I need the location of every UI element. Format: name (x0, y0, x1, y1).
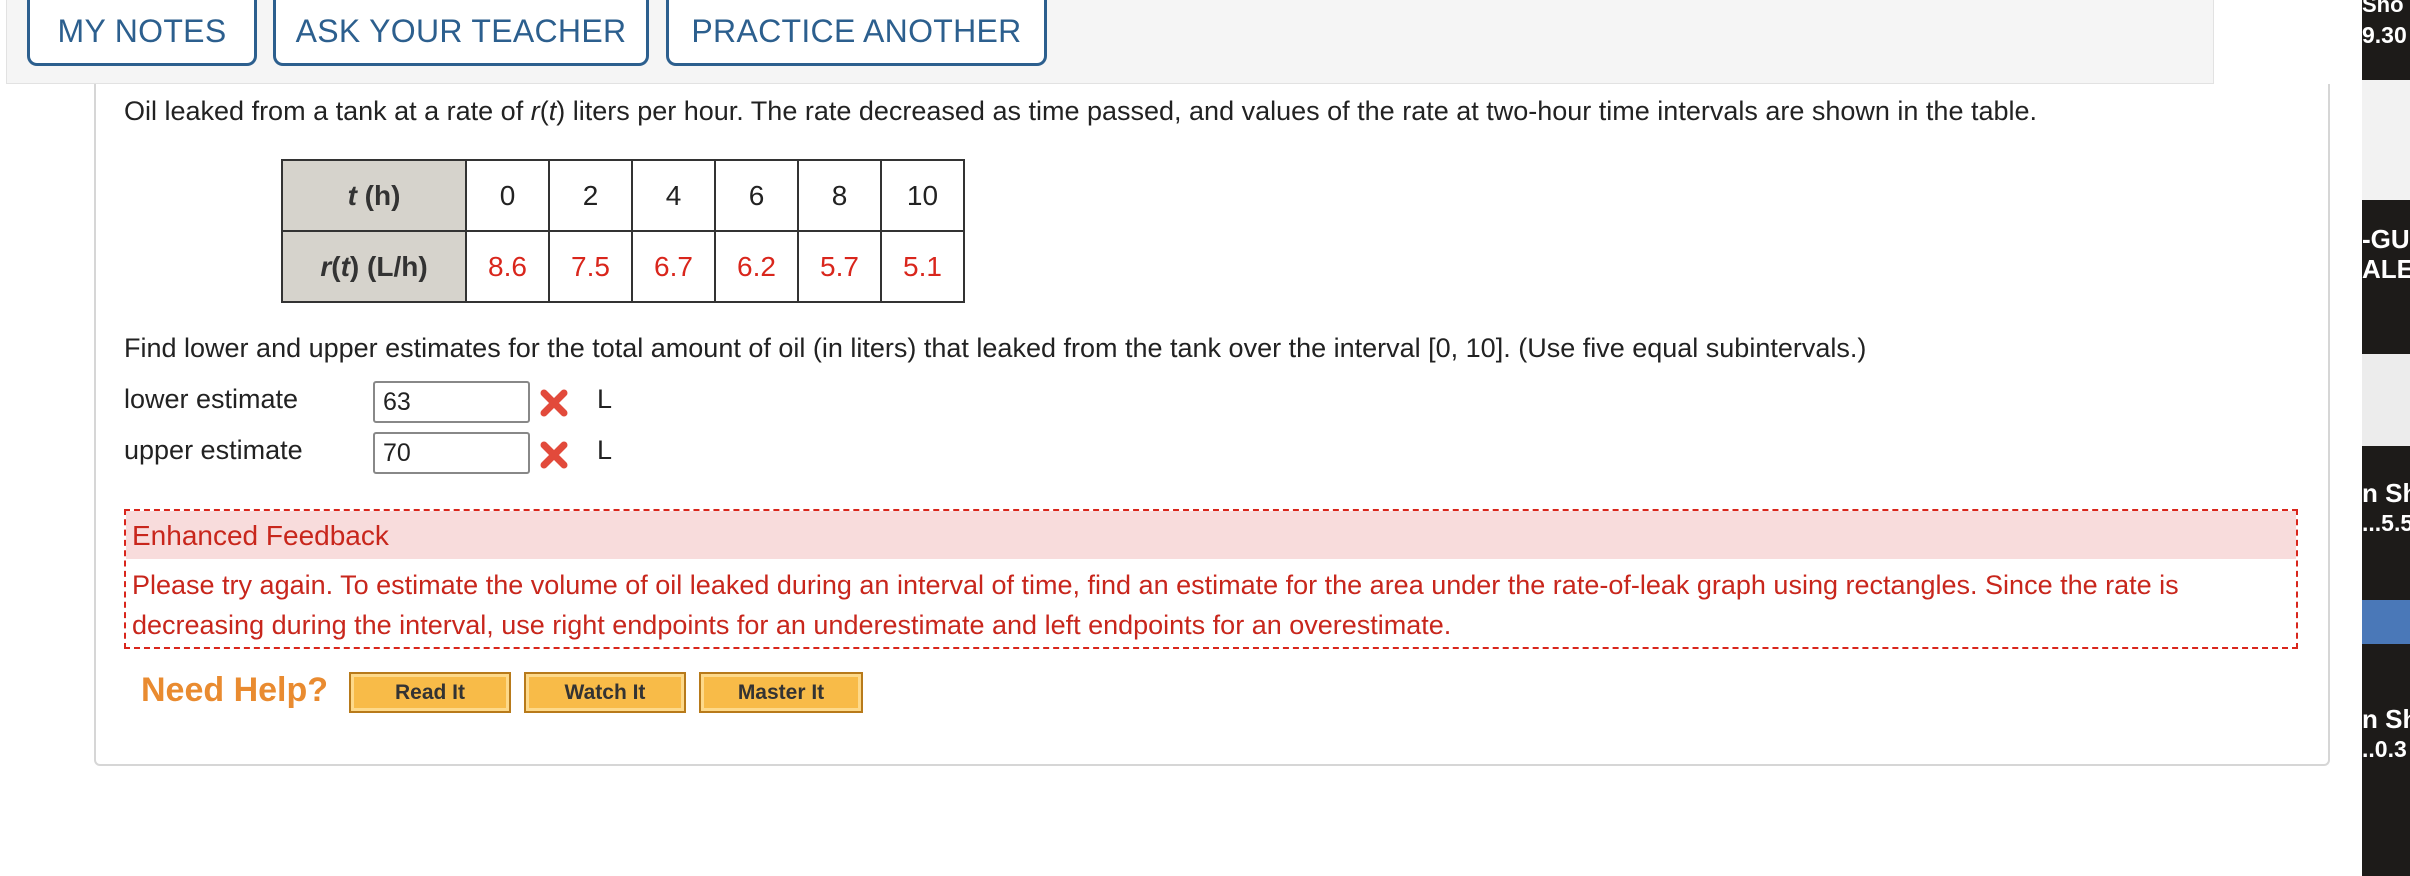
lower-estimate-label: lower estimate (124, 384, 299, 414)
practice-another-label: PRACTICE ANOTHER (691, 13, 1022, 49)
find-instruction: Find lower and upper estimates for the t… (124, 333, 1867, 363)
rate-cell: 5.1 (880, 230, 965, 303)
time-cell: 6 (714, 159, 799, 232)
practice-another-button[interactable]: PRACTICE ANOTHER (666, 0, 1047, 66)
lower-unit: L (597, 384, 613, 414)
question-text: Oil leaked from a tank at a rate of r(t)… (124, 96, 2038, 126)
side-text: Sho (2362, 0, 2404, 17)
rate-cell: 6.7 (631, 230, 716, 303)
rate-cell: 5.7 (797, 230, 882, 303)
lower-estimate-input[interactable] (373, 381, 530, 423)
rate-cell: 7.5 (548, 230, 633, 303)
side-text: 9.30 (2362, 22, 2407, 48)
side-thumbnail[interactable] (2362, 354, 2410, 446)
time-cell: 4 (631, 159, 716, 232)
side-text: -GU (2362, 224, 2410, 254)
side-text: ...5.5 (2362, 510, 2410, 536)
table-row-time: t (h) 0 2 4 6 8 10 (281, 159, 965, 232)
side-video-panel: Sho 9.30 -GU ALES n Sh ...5.5 n Sh ..0.3 (2362, 0, 2410, 876)
upper-estimate-input[interactable] (373, 432, 530, 474)
rate-header: r(t) (L/h) (281, 230, 467, 303)
watch-it-button[interactable]: Watch It (524, 672, 686, 713)
rate-cell: 8.6 (465, 230, 550, 303)
incorrect-x-icon (540, 441, 568, 469)
ask-your-teacher-button[interactable]: ASK YOUR TEACHER (273, 0, 649, 66)
my-notes-button[interactable]: MY NOTES (27, 0, 257, 66)
question-toolbar: MY NOTES ASK YOUR TEACHER PRACTICE ANOTH… (6, 0, 2214, 84)
time-cell: 8 (797, 159, 882, 232)
ask-your-teacher-label: ASK YOUR TEACHER (295, 13, 627, 49)
table-row-rate: r(t) (L/h) 8.6 7.5 6.7 6.2 5.7 5.1 (281, 230, 965, 303)
upper-estimate-label: upper estimate (124, 435, 303, 465)
time-header: t (h) (281, 159, 467, 232)
upper-unit: L (597, 435, 613, 465)
need-help-label: Need Help? (141, 671, 329, 709)
side-thumbnail[interactable] (2362, 80, 2410, 200)
rate-table: t (h) 0 2 4 6 8 10 r(t) (L/h) 8.6 7.5 6.… (281, 159, 965, 303)
enhanced-feedback: Enhanced Feedback Please try again. To e… (124, 509, 2298, 649)
read-it-button[interactable]: Read It (349, 672, 511, 713)
side-text: n Sh (2362, 704, 2410, 734)
time-cell: 10 (880, 159, 965, 232)
time-cell: 0 (465, 159, 550, 232)
side-text: n Sh (2362, 478, 2410, 508)
incorrect-x-icon (540, 389, 568, 417)
side-text: ALES (2362, 254, 2410, 284)
side-text: ..0.3 (2362, 736, 2407, 762)
time-cell: 2 (548, 159, 633, 232)
my-notes-label: MY NOTES (57, 13, 227, 49)
rate-cell: 6.2 (714, 230, 799, 303)
master-it-button[interactable]: Master It (699, 672, 863, 713)
feedback-body: Please try again. To estimate the volume… (132, 570, 2179, 640)
feedback-title: Enhanced Feedback (126, 511, 2296, 559)
side-thumbnail[interactable] (2362, 600, 2410, 644)
